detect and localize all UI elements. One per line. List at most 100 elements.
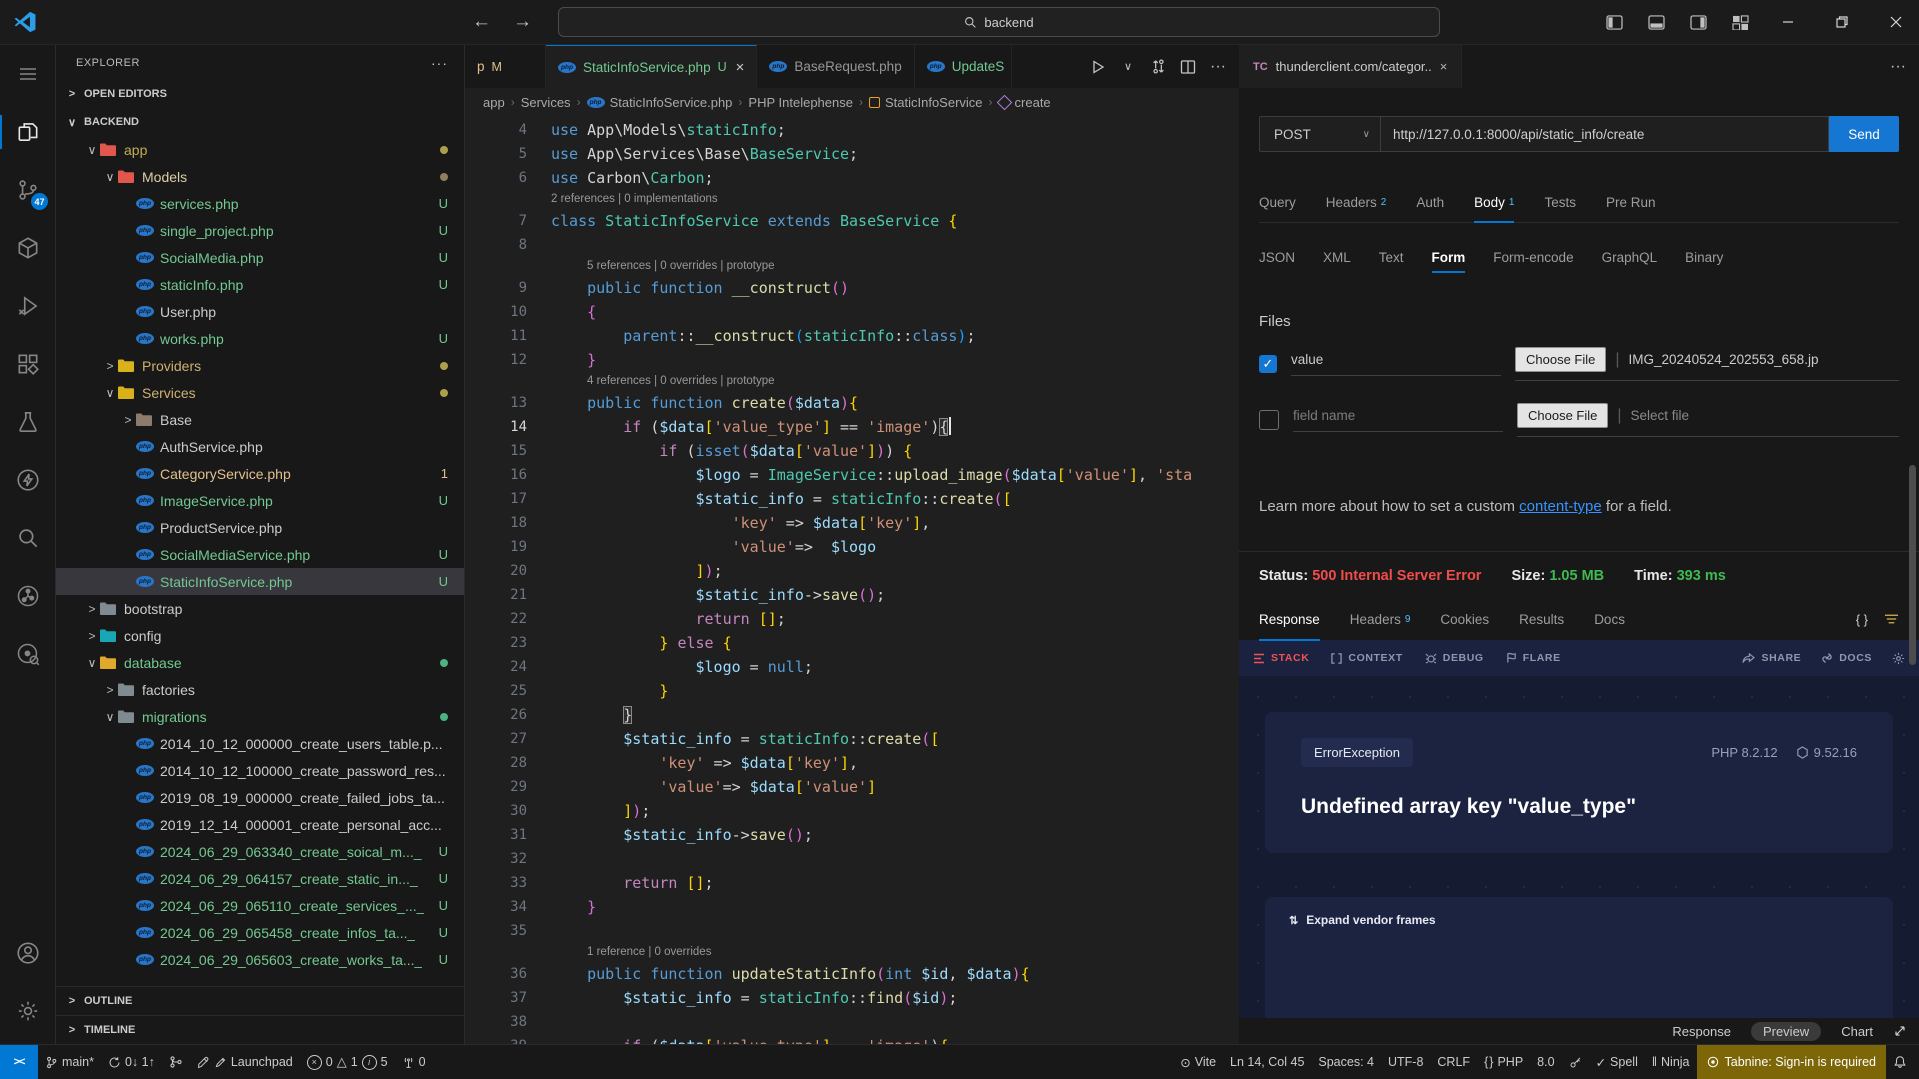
checkbox[interactable]: ✓	[1259, 355, 1277, 373]
manage-gear-icon[interactable]	[0, 982, 55, 1040]
tree-file[interactable]: phpCategoryService.php1	[56, 460, 464, 487]
request-tab[interactable]: Auth	[1416, 182, 1444, 222]
ignition-share-button[interactable]: SHARE	[1742, 652, 1801, 664]
spell-checker[interactable]: ✓Spell	[1589, 1045, 1645, 1079]
tree-folder[interactable]: ∨migrations	[56, 703, 464, 730]
tree-file[interactable]: phpstaticInfo.phpU	[56, 271, 464, 298]
tree-folder[interactable]: >Providers	[56, 352, 464, 379]
minimize-button[interactable]	[1765, 1, 1811, 44]
codelens-label[interactable]: 5 references | 0 overrides | prototype	[465, 257, 1239, 276]
package-explorer-icon[interactable]	[0, 219, 55, 277]
tree-folder[interactable]: >bootstrap	[56, 595, 464, 622]
request-tab[interactable]: Headers2	[1326, 182, 1387, 222]
ignition-docs-button[interactable]: DOCS	[1821, 652, 1872, 664]
method-select[interactable]: POST ∨	[1259, 116, 1381, 152]
ports-indicator[interactable]: 0	[395, 1045, 433, 1079]
testing-icon[interactable]	[0, 393, 55, 451]
tree-folder[interactable]: >factories	[56, 676, 464, 703]
request-tab[interactable]: Tests	[1544, 182, 1576, 222]
editor-tab[interactable]: phpBaseRequest.php	[757, 45, 914, 88]
preview-tab-response[interactable]: Response	[1660, 1022, 1743, 1041]
tree-folder[interactable]: ∨Services	[56, 379, 464, 406]
tree-file[interactable]: phpProductService.php	[56, 514, 464, 541]
tree-file[interactable]: phpservices.phpU	[56, 190, 464, 217]
timeline-section[interactable]: > TIMELINE	[56, 1015, 464, 1044]
editor-tab[interactable]: phpUpdateS	[915, 45, 1012, 88]
settings-gear-icon[interactable]	[1892, 652, 1905, 665]
thunder-client-icon[interactable]	[0, 451, 55, 509]
key-button[interactable]	[1562, 1045, 1589, 1079]
php-version-indicator[interactable]: 8.0	[1530, 1045, 1561, 1079]
run-dropdown-chevron-icon[interactable]: ∨	[1115, 54, 1141, 80]
response-tab[interactable]: Cookies	[1440, 598, 1489, 640]
git-graph-icon[interactable]	[0, 567, 55, 625]
nav-back-button[interactable]: ←	[472, 11, 491, 33]
response-tab[interactable]: Results	[1519, 598, 1564, 640]
tree-file[interactable]: phpImageService.phpU	[56, 487, 464, 514]
editor-tab[interactable]: pM	[465, 45, 546, 88]
request-tab[interactable]: Query	[1259, 182, 1296, 222]
tree-file[interactable]: php2024_06_29_065458_create_infos_ta..._…	[56, 919, 464, 946]
codelens-label[interactable]: 1 reference | 0 overrides	[465, 943, 1239, 962]
filter-lines-icon[interactable]	[1884, 613, 1899, 625]
tree-folder[interactable]: ∨database	[56, 649, 464, 676]
toggle-sidebar-icon[interactable]	[1597, 7, 1631, 37]
cursor-position[interactable]: Ln 14, Col 45	[1223, 1045, 1311, 1079]
ignition-tab-stack[interactable]: STACK	[1253, 652, 1309, 664]
branch-indicator[interactable]: main*	[38, 1045, 101, 1079]
preview-tab-chart[interactable]: Chart	[1829, 1022, 1885, 1041]
checkbox[interactable]	[1259, 410, 1279, 430]
body-type-tab[interactable]: GraphQL	[1602, 237, 1658, 277]
extensions-icon[interactable]	[0, 335, 55, 393]
tree-file[interactable]: phpSocialMedia.phpU	[56, 244, 464, 271]
ninja-indicator[interactable]: ‖Ninja	[1645, 1045, 1697, 1079]
tree-file[interactable]: phpsingle_project.phpU	[56, 217, 464, 244]
tree-file[interactable]: php2024_06_29_063340_create_soical_m..._…	[56, 838, 464, 865]
editor-tab[interactable]: phpStaticInfoService.phpU×	[546, 45, 757, 88]
close-icon[interactable]: ×	[1440, 59, 1448, 74]
tree-file[interactable]: php2014_10_12_000000_create_users_table.…	[56, 730, 464, 757]
breadcrumb-item[interactable]: create	[999, 95, 1051, 110]
indentation-indicator[interactable]: Spaces: 4	[1311, 1045, 1381, 1079]
remote-indicator[interactable]: ><	[0, 1045, 38, 1079]
ignition-tab-debug[interactable]: DEBUG	[1425, 652, 1484, 664]
tree-file[interactable]: phpUser.php	[56, 298, 464, 325]
code-editor[interactable]: 4use App\Models\staticInfo;5use App\Serv…	[465, 116, 1239, 1044]
encoding-indicator[interactable]: UTF-8	[1381, 1045, 1430, 1079]
panel-scrollbar[interactable]	[1909, 465, 1916, 665]
format-json-icon[interactable]: { }	[1856, 612, 1868, 627]
eol-indicator[interactable]: CRLF	[1430, 1045, 1477, 1079]
thunder-client-tab[interactable]: TC thunderclient.com/categor.. ×	[1239, 45, 1462, 88]
launchpad-button[interactable]: Launchpad	[190, 1045, 300, 1079]
request-tab[interactable]: Body1	[1474, 182, 1514, 222]
breadcrumb-item[interactable]: Services	[521, 95, 571, 110]
tree-file[interactable]: phpAuthService.php	[56, 433, 464, 460]
tree-folder[interactable]: >config	[56, 622, 464, 649]
command-center-search[interactable]: backend	[558, 7, 1440, 37]
tree-file[interactable]: phpStaticInfoService.phpU	[56, 568, 464, 595]
problems-indicator[interactable]: ×0 △1 i5	[300, 1045, 395, 1079]
breadcrumb-item[interactable]: StaticInfoService	[869, 95, 983, 110]
tree-folder[interactable]: ∨app	[56, 136, 464, 163]
editor-more-actions[interactable]: ···	[1205, 54, 1231, 80]
codelens-label[interactable]: 4 references | 0 overrides | prototype	[465, 372, 1239, 391]
body-type-tab[interactable]: Text	[1379, 237, 1404, 277]
content-type-link[interactable]: content-type	[1519, 498, 1602, 515]
breadcrumb-item[interactable]: phpStaticInfoService.php	[587, 95, 733, 110]
run-code-button[interactable]	[1085, 54, 1111, 80]
open-editors-section[interactable]: > OPEN EDITORS	[56, 80, 464, 108]
ignition-tab-flare[interactable]: FLARE	[1506, 652, 1561, 664]
preview-tab-preview[interactable]: Preview	[1751, 1022, 1821, 1041]
split-editor-icon[interactable]	[1175, 54, 1201, 80]
expand-icon[interactable]	[1893, 1024, 1907, 1038]
expand-vendor-frames-toggle[interactable]: ⇅ Expand vendor frames	[1289, 913, 1869, 927]
response-tab[interactable]: Docs	[1594, 598, 1625, 640]
explorer-more-actions[interactable]: ···	[431, 55, 448, 71]
toggle-secondary-sidebar-icon[interactable]	[1681, 7, 1715, 37]
tabnine-signin-badge[interactable]: Tabnine: Sign-in is required	[1697, 1045, 1886, 1079]
maximize-button[interactable]	[1819, 1, 1865, 44]
source-control-icon[interactable]: 47	[0, 161, 55, 219]
close-button[interactable]	[1873, 1, 1919, 44]
tree-file[interactable]: phpworks.phpU	[56, 325, 464, 352]
vite-indicator[interactable]: ⊙Vite	[1173, 1045, 1223, 1079]
